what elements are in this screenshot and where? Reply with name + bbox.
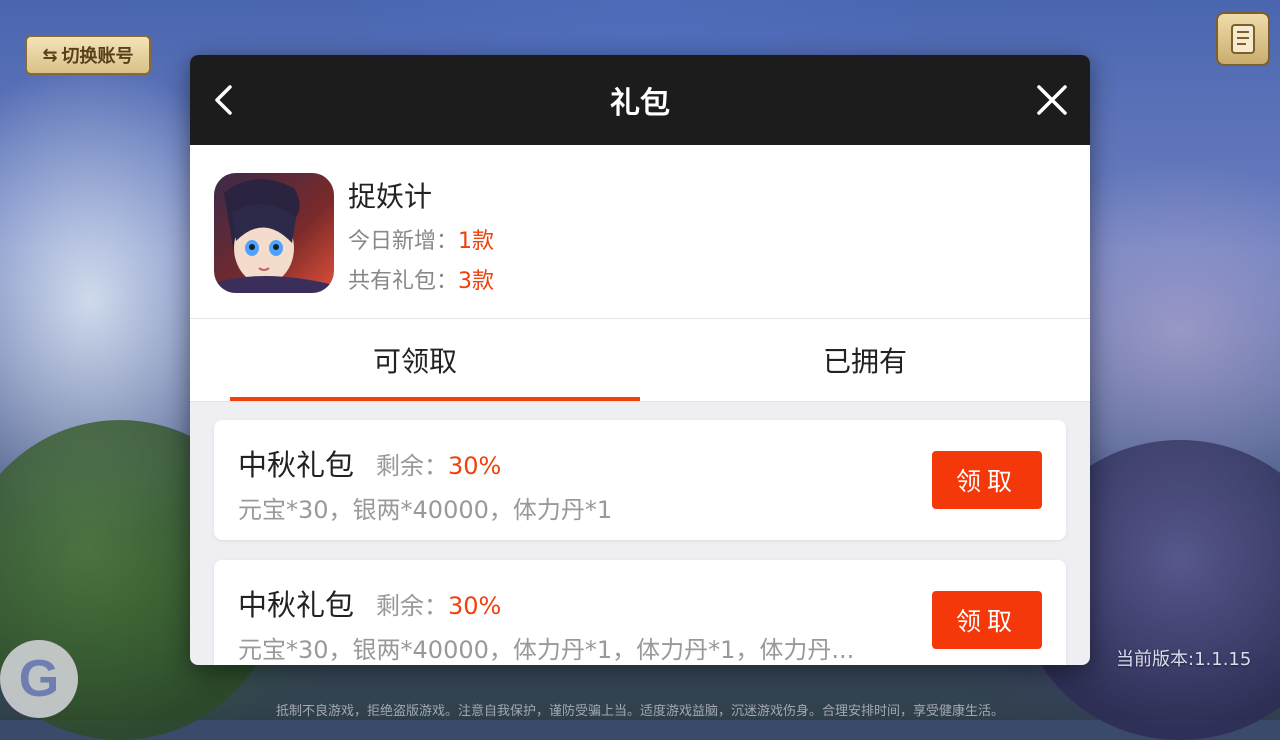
game-name: 捉妖计 xyxy=(348,180,433,213)
scroll-icon xyxy=(1231,24,1255,54)
gift-card: 中秋礼包 剩余：30% 元宝*30，银两*40000，体力丹*1，体力丹*1，体… xyxy=(214,560,1066,665)
tab-available[interactable]: 可领取 xyxy=(190,319,640,401)
claim-button[interactable]: 领取 xyxy=(932,451,1042,509)
notice-button[interactable] xyxy=(1216,12,1270,66)
today-new-value: 1款 xyxy=(458,229,495,254)
chevron-left-icon[interactable] xyxy=(208,83,242,117)
swap-arrows-icon: ⇆ xyxy=(42,44,58,66)
dialog-header: 礼包 xyxy=(190,55,1090,145)
tab-owned[interactable]: 已拥有 xyxy=(640,319,1090,401)
gift-list: 中秋礼包 剩余：30% 元宝*30，银两*40000，体力丹*1 领取 中秋礼包… xyxy=(190,402,1090,665)
total-gifts-value: 3款 xyxy=(458,269,495,294)
game-info-panel: 捉妖计 今日新增：1款 共有礼包：3款 xyxy=(190,145,1090,319)
gift-tabs: 可领取 已拥有 xyxy=(190,319,1090,402)
dialog-title: 礼包 xyxy=(610,86,670,121)
gift-content: 元宝*30，银两*40000，体力丹*1 xyxy=(238,496,613,524)
claim-button[interactable]: 领取 xyxy=(932,591,1042,649)
gift-remain: 剩余：30% xyxy=(376,446,501,481)
gift-remain-value: 30% xyxy=(448,452,502,480)
gift-remain-label: 剩余： xyxy=(376,592,448,620)
gift-name: 中秋礼包 xyxy=(238,588,355,622)
gift-card: 中秋礼包 剩余：30% 元宝*30，银两*40000，体力丹*1 领取 xyxy=(214,420,1066,540)
total-gifts-label: 共有礼包： xyxy=(348,269,459,294)
today-new-label: 今日新增： xyxy=(348,229,459,254)
gift-remain-label: 剩余： xyxy=(376,452,448,480)
game-icon xyxy=(214,173,334,293)
gift-name: 中秋礼包 xyxy=(238,448,355,482)
gift-remain: 剩余：30% xyxy=(376,586,501,621)
total-gifts-stat: 共有礼包：3款 xyxy=(348,263,494,295)
today-new-stat: 今日新增：1款 xyxy=(348,223,494,255)
gift-content: 元宝*30，银两*40000，体力丹*1，体力丹*1，体力丹... xyxy=(238,636,855,664)
switch-account-button[interactable]: ⇆ 切换账号 xyxy=(25,35,151,75)
health-notice: 抵制不良游戏，拒绝盗版游戏。注意自我保护，谨防受骗上当。适度游戏益脑，沉迷游戏伤… xyxy=(275,704,1004,719)
version-text: 当前版本:1.1.15 xyxy=(1116,649,1252,670)
switch-account-label: 切换账号 xyxy=(61,46,134,67)
close-icon[interactable] xyxy=(1032,80,1072,120)
gift-remain-value: 30% xyxy=(448,592,502,620)
gift-dialog: 礼包 捉妖计 今日新增：1款 共有礼包：3款 可领取 已拥有 中秋礼包 剩余：3… xyxy=(190,55,1090,665)
